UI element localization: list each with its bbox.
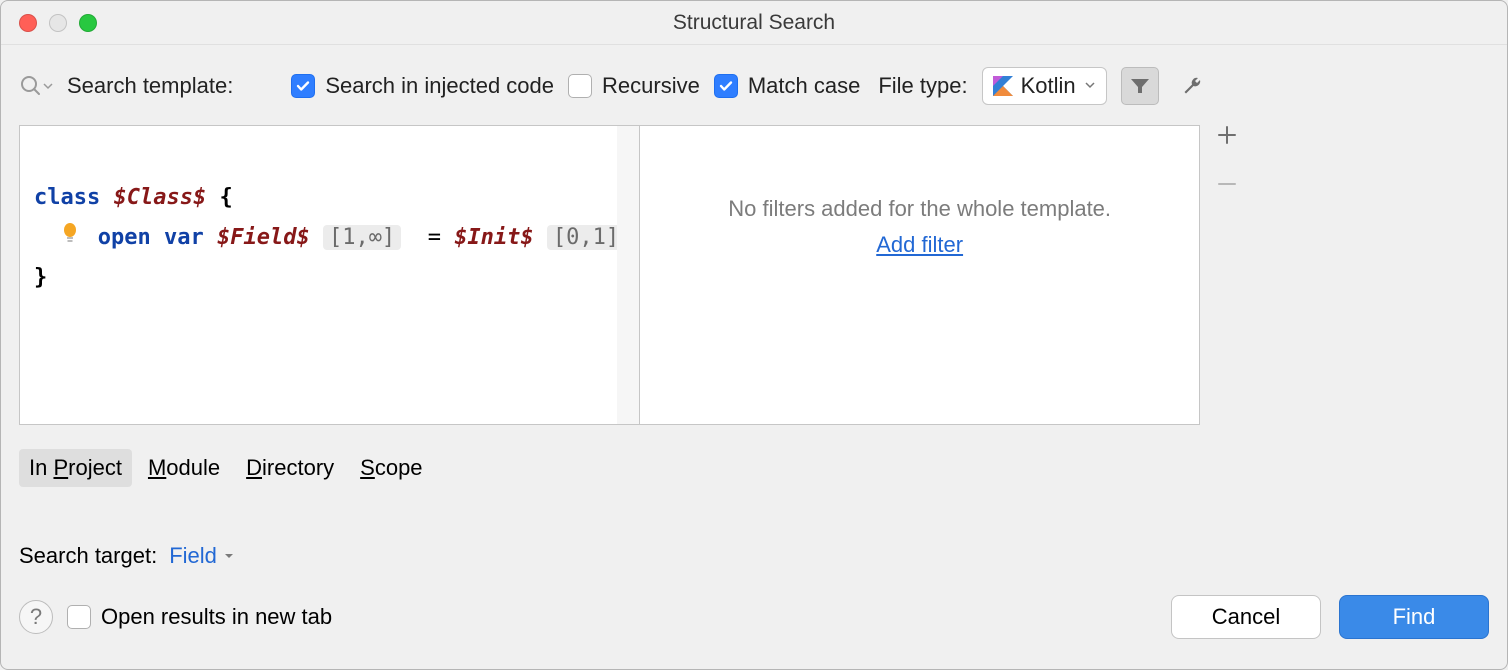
main-area: class $Class$ { open var $Field$ [1,∞] =… <box>19 125 1200 425</box>
match-case-checkbox[interactable]: Match case <box>714 73 861 99</box>
var-class: $Class$ <box>113 185 206 210</box>
file-type-combo[interactable]: Kotlin <box>982 67 1107 105</box>
dialog-buttons: Cancel Find <box>1171 595 1489 639</box>
file-type-label: File type: <box>878 73 967 99</box>
search-target-row: Search target: Field <box>19 543 1489 569</box>
open-new-tab-checkbox[interactable]: Open results in new tab <box>67 604 332 630</box>
kw-var: var <box>164 225 204 250</box>
eq: = <box>428 225 441 250</box>
tools-button[interactable] <box>1173 67 1211 105</box>
scope-tab-project[interactable]: In Project <box>19 449 132 487</box>
wrench-icon <box>1180 74 1204 98</box>
search-target-value: Field <box>169 543 217 569</box>
open-new-tab-label: Open results in new tab <box>101 604 332 630</box>
filter-side-buttons <box>1208 111 1246 425</box>
search-target-combo[interactable]: Field <box>169 543 235 569</box>
titlebar: Structural Search <box>1 1 1507 45</box>
bottom-row: ? Open results in new tab Cancel Find <box>19 595 1489 639</box>
checkbox-checked-icon <box>714 74 738 98</box>
search-template-label: Search template: <box>67 73 233 99</box>
recursive-label: Recursive <box>602 73 700 99</box>
checkbox-checked-icon <box>291 74 315 98</box>
var-field: $Field$ <box>217 225 310 250</box>
kotlin-icon <box>993 76 1013 96</box>
filter-toggle-button[interactable] <box>1121 67 1159 105</box>
brace-close: } <box>34 265 47 290</box>
scope-tab-module[interactable]: Module <box>138 449 230 487</box>
close-window-button[interactable] <box>19 14 37 32</box>
add-filter-link[interactable]: Add filter <box>876 232 963 258</box>
dialog-content: Search template: Search in injected code… <box>1 45 1507 669</box>
main-row: class $Class$ { open var $Field$ [1,∞] =… <box>19 111 1489 425</box>
scope-tab-scope[interactable]: Scope <box>350 449 432 487</box>
range-init: [0,1] <box>547 225 625 250</box>
match-case-label: Match case <box>748 73 861 99</box>
scope-tab-directory[interactable]: Directory <box>236 449 344 487</box>
help-button[interactable]: ? <box>19 600 53 634</box>
filters-empty-text: No filters added for the whole template. <box>728 196 1111 222</box>
minus-icon <box>1217 174 1237 194</box>
find-button[interactable]: Find <box>1339 595 1489 639</box>
window-title: Structural Search <box>1 11 1507 35</box>
chevron-down-icon <box>1084 78 1096 94</box>
injected-code-checkbox[interactable]: Search in injected code <box>291 73 554 99</box>
window-controls <box>1 14 97 32</box>
add-filter-button[interactable] <box>1217 121 1237 152</box>
cancel-button[interactable]: Cancel <box>1171 595 1321 639</box>
injected-code-label: Search in injected code <box>325 73 554 99</box>
structural-search-dialog: Structural Search Search template: Searc… <box>0 0 1508 670</box>
var-init: $Init$ <box>454 225 533 250</box>
brace-open: { <box>219 185 232 210</box>
question-icon: ? <box>30 604 42 630</box>
checkbox-unchecked-icon <box>568 74 592 98</box>
kw-class: class <box>34 185 100 210</box>
checkbox-unchecked-icon <box>67 605 91 629</box>
kw-open: open <box>98 225 151 250</box>
template-editor[interactable]: class $Class$ { open var $Field$ [1,∞] =… <box>20 126 639 424</box>
chevron-down-icon <box>223 550 235 562</box>
scope-tabs: In Project Module Directory Scope <box>19 449 1489 487</box>
remove-filter-button[interactable] <box>1217 170 1237 201</box>
file-type-value: Kotlin <box>1021 73 1076 99</box>
funnel-icon <box>1129 75 1151 97</box>
search-target-label: Search target: <box>19 543 157 569</box>
range-field: [1,∞] <box>323 225 401 250</box>
filters-panel: No filters added for the whole template.… <box>639 126 1199 424</box>
intention-bulb-icon[interactable] <box>61 218 79 258</box>
zoom-window-button[interactable] <box>79 14 97 32</box>
toolbar: Search template: Search in injected code… <box>19 61 1489 111</box>
recursive-checkbox[interactable]: Recursive <box>568 73 700 99</box>
editor-scrollbar[interactable] <box>617 126 639 424</box>
minimize-window-button[interactable] <box>49 14 67 32</box>
search-icon[interactable] <box>19 74 53 98</box>
plus-icon <box>1217 125 1237 145</box>
